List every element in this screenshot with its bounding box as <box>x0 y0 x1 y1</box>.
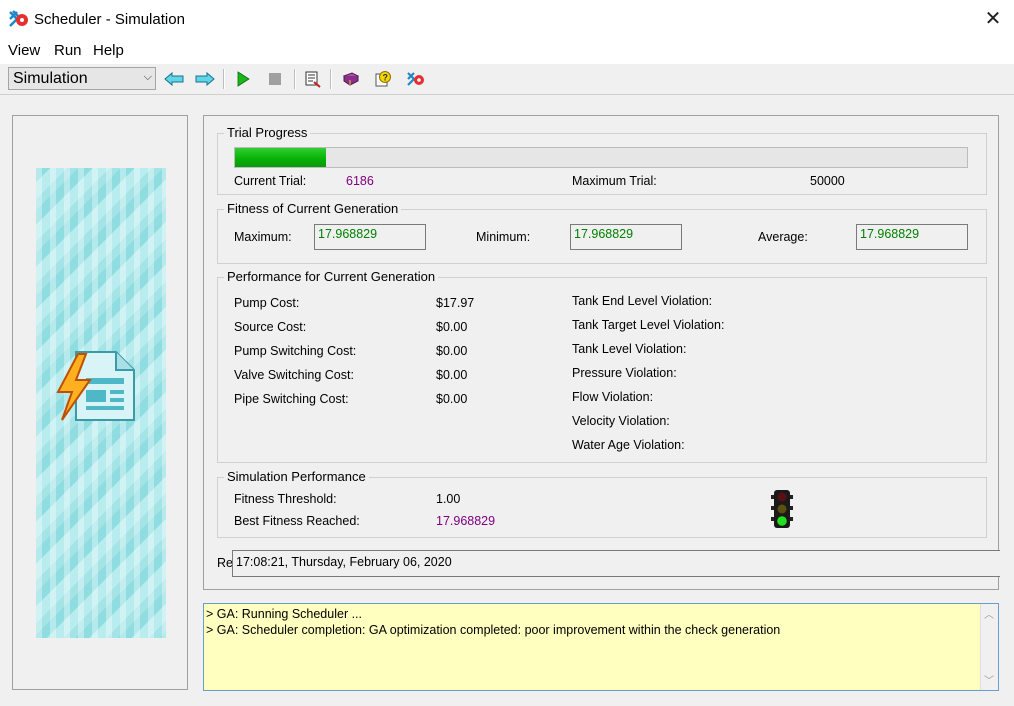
pump-switching-cost-label: Pump Switching Cost: <box>234 344 357 358</box>
scroll-down-icon[interactable]: ﹀ <box>984 672 994 687</box>
current-trial-value: 6186 <box>346 174 374 188</box>
menu-view[interactable]: View <box>8 42 40 59</box>
source-cost-label: Source Cost: <box>234 320 307 334</box>
about-button[interactable] <box>405 68 427 90</box>
fitness-title: Fitness of Current Generation <box>224 201 402 216</box>
simulation-document-icon <box>56 351 135 421</box>
fitness-average-label: Average: <box>758 230 808 244</box>
best-fitness-label: Best Fitness Reached: <box>234 514 360 528</box>
svg-text:?: ? <box>383 73 389 83</box>
scheduler-tool-icon <box>305 71 321 88</box>
log-scrollbar[interactable]: ︿ ﹀ <box>980 604 998 690</box>
valve-switching-cost-label: Valve Switching Cost: <box>234 368 354 382</box>
fitness-minimum-field: 17.968829 <box>570 224 682 250</box>
title-bar: Scheduler - Simulation ✕ <box>0 0 1014 38</box>
pipe-switching-cost-value: $0.00 <box>436 392 468 406</box>
maximum-trial-value: 50000 <box>810 174 845 188</box>
toolbar-separator <box>294 69 296 89</box>
valve-switching-cost-value: $0.00 <box>436 368 468 382</box>
mode-select[interactable]: Simulation ⌵ <box>8 67 156 90</box>
back-button[interactable] <box>163 68 185 90</box>
tank-level-violation-label: Tank Level Violation: <box>572 342 687 356</box>
message-log[interactable]: > GA: Running Scheduler ... > GA: Schedu… <box>203 603 999 691</box>
simulation-performance-title: Simulation Performance <box>224 469 369 484</box>
status-timestamp: 17:08:21, Thursday, February 06, 2020 <box>232 550 1000 577</box>
source-cost-value: $0.00 <box>436 320 468 334</box>
menu-help[interactable]: Help <box>93 42 124 59</box>
tank-target-level-violation-label: Tank Target Level Violation: <box>572 318 725 332</box>
fitness-threshold-value: 1.00 <box>436 492 461 506</box>
pump-cost-value: $17.97 <box>436 296 475 310</box>
window-title: Scheduler - Simulation <box>34 11 185 28</box>
water-age-violation-label: Water Age Violation: <box>572 438 685 452</box>
toolbar-separator <box>330 69 332 89</box>
trial-progress-title: Trial Progress <box>224 125 311 140</box>
log-line: > GA: Scheduler completion: GA optimizat… <box>206 623 781 637</box>
performance-title: Performance for Current Generation <box>224 269 439 284</box>
book-icon <box>342 72 360 86</box>
tank-end-level-violation-label: Tank End Level Violation: <box>572 294 713 308</box>
about-icon <box>407 72 424 86</box>
simulation-performance-group: Simulation Performance <box>217 469 987 538</box>
chevron-down-icon: ⌵ <box>143 71 152 83</box>
trial-progress-fill <box>235 148 326 167</box>
status-label: Re <box>217 556 233 570</box>
pressure-violation-label: Pressure Violation: <box>572 366 677 380</box>
documentation-button[interactable] <box>340 68 362 90</box>
close-button[interactable]: ✕ <box>980 6 1006 32</box>
wizard-image-panel <box>12 115 188 690</box>
fitness-minimum-label: Minimum: <box>476 230 531 244</box>
pump-switching-cost-value: $0.00 <box>436 344 468 358</box>
log-line: > GA: Running Scheduler ... <box>206 607 362 621</box>
pipe-switching-cost-label: Pipe Switching Cost: <box>234 392 349 406</box>
forward-arrow-icon <box>195 72 215 86</box>
help-icon: ? <box>375 71 391 87</box>
run-button[interactable] <box>232 68 254 90</box>
decorative-banner <box>36 168 166 638</box>
flow-violation-label: Flow Violation: <box>572 390 654 404</box>
scroll-up-icon[interactable]: ︿ <box>984 606 994 621</box>
simulation-panel: Trial Progress Current Trial: 6186 Maxim… <box>203 115 1000 590</box>
stop-button[interactable] <box>264 68 286 90</box>
maximum-trial-label: Maximum Trial: <box>572 174 657 188</box>
scheduler-tool-button[interactable] <box>302 68 324 90</box>
fitness-threshold-label: Fitness Threshold: <box>234 492 337 506</box>
best-fitness-value: 17.968829 <box>436 514 496 528</box>
fitness-maximum-label: Maximum: <box>234 230 292 244</box>
play-icon <box>237 71 250 87</box>
toolbar: Simulation ⌵ ? <box>0 64 1014 95</box>
toolbar-separator <box>223 69 225 89</box>
forward-button[interactable] <box>194 68 216 90</box>
velocity-violation-label: Velocity Violation: <box>572 414 670 428</box>
fitness-maximum-field: 17.968829 <box>314 224 426 250</box>
menu-bar: View Run Help <box>0 38 1014 65</box>
app-icon <box>9 10 28 27</box>
stop-icon <box>269 73 281 85</box>
menu-run[interactable]: Run <box>54 42 82 59</box>
help-button[interactable]: ? <box>372 68 394 90</box>
current-trial-label: Current Trial: <box>234 174 307 188</box>
pump-cost-label: Pump Cost: <box>234 296 300 310</box>
traffic-light-icon <box>771 490 793 528</box>
mode-select-value: Simulation <box>13 70 88 87</box>
back-arrow-icon <box>164 72 184 86</box>
trial-progress-bar <box>234 147 968 168</box>
fitness-average-field: 17.968829 <box>856 224 968 250</box>
